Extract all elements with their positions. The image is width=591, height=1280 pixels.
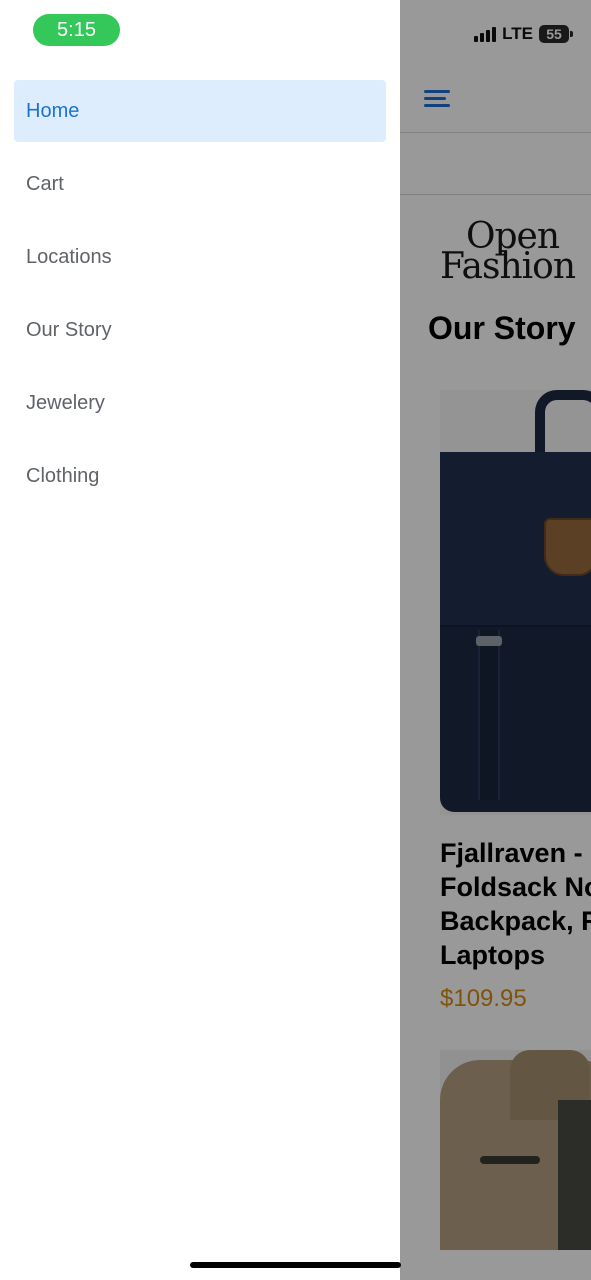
drawer-menu: Home Cart Locations Our Story Jewelery C… (14, 80, 386, 518)
status-time: 5:15 (33, 14, 120, 46)
drawer-item-our-story[interactable]: Our Story (14, 299, 386, 361)
navigation-drawer: 5:15 Home Cart Locations Our Story Jewel… (0, 0, 400, 1280)
drawer-item-jewelery[interactable]: Jewelery (14, 372, 386, 434)
home-indicator[interactable] (190, 1262, 401, 1268)
drawer-item-locations[interactable]: Locations (14, 226, 386, 288)
drawer-item-home[interactable]: Home (14, 80, 386, 142)
drawer-item-cart[interactable]: Cart (14, 153, 386, 215)
drawer-item-clothing[interactable]: Clothing (14, 445, 386, 507)
screen: LTE 55 Open Fashion Our Story Fjallraven… (0, 0, 591, 1280)
